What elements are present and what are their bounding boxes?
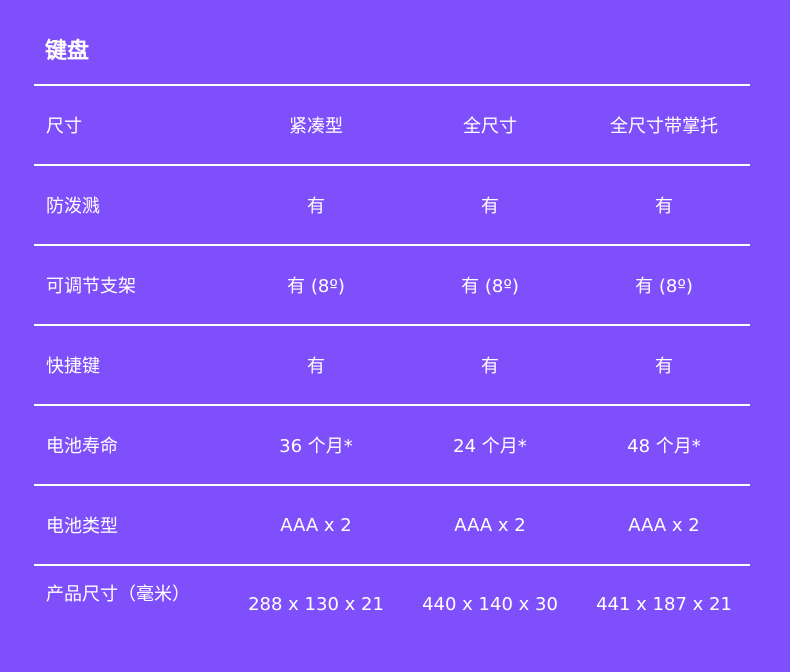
- cell-value: 288 x 130 x 21: [248, 594, 384, 615]
- row-label: 防泼溅: [46, 196, 100, 217]
- cell-value: 有: [481, 356, 499, 377]
- cell-value: 有 (8º): [635, 276, 693, 297]
- cell-value: 有 (8º): [287, 276, 345, 297]
- cell-value: 36 个月*: [279, 436, 353, 457]
- cell-value: 有 (8º): [461, 276, 519, 297]
- row-label: 快捷键: [46, 356, 100, 377]
- table-row: 电池寿命 36 个月* 24 个月* 48 个月*: [34, 404, 750, 484]
- row-label: 产品尺寸（毫米）: [46, 584, 190, 605]
- table-row: 防泼溅 有 有 有: [34, 164, 750, 244]
- cell-value: 紧凑型: [289, 116, 343, 137]
- cell-value: 有: [307, 196, 325, 217]
- cell-value: 有: [307, 356, 325, 377]
- cell-value: 有: [655, 356, 673, 377]
- table-row: 电池类型 AAA x 2 AAA x 2 AAA x 2: [34, 484, 750, 564]
- table-row: 尺寸 紧凑型 全尺寸 全尺寸带掌托: [34, 84, 750, 164]
- cell-value: 全尺寸: [463, 116, 517, 137]
- cell-value: AAA x 2: [454, 514, 526, 536]
- cell-value: AAA x 2: [280, 514, 352, 536]
- table-row: 产品尺寸（毫米） 288 x 130 x 21 440 x 140 x 30 4…: [34, 564, 750, 626]
- row-label: 尺寸: [46, 116, 82, 137]
- cell-value: 441 x 187 x 21: [596, 594, 732, 615]
- spec-table: 尺寸 紧凑型 全尺寸 全尺寸带掌托 防泼溅 有 有 有 可调节支架 有 (8º)…: [34, 84, 750, 626]
- section-title: 键盘: [45, 39, 90, 64]
- cell-value: 48 个月*: [627, 436, 701, 457]
- cell-value: 有: [655, 196, 673, 217]
- table-row: 可调节支架 有 (8º) 有 (8º) 有 (8º): [34, 244, 750, 324]
- cell-value: AAA x 2: [628, 514, 700, 536]
- row-label: 电池寿命: [46, 436, 118, 457]
- cell-value: 440 x 140 x 30: [422, 594, 558, 615]
- table-row: 快捷键 有 有 有: [34, 324, 750, 404]
- row-label: 可调节支架: [46, 276, 136, 297]
- row-label: 电池类型: [46, 516, 118, 537]
- cell-value: 有: [481, 196, 499, 217]
- cell-value: 全尺寸带掌托: [610, 116, 718, 137]
- cell-value: 24 个月*: [453, 436, 527, 457]
